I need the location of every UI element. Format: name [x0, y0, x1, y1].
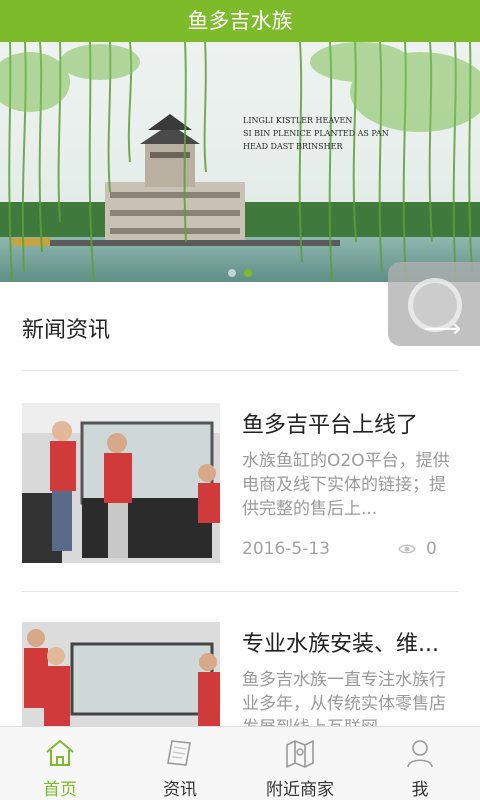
tab-nearby-merchants[interactable]: 附近商家 [240, 727, 360, 800]
carousel-dot[interactable] [228, 269, 236, 277]
tab-home[interactable]: 首页 [0, 727, 120, 800]
tab-label-nearby: 附近商家 [266, 780, 334, 800]
banner-carousel[interactable]: LINGLI KISTLER HEAVEN SI BIN PLENICE PLA… [0, 42, 480, 282]
tab-label-home: 首页 [43, 780, 77, 800]
news-title[interactable]: 鱼多吉平台上线了 [242, 407, 462, 439]
bottom-tab-bar: 首页 资讯 附近商家 我 [0, 726, 480, 800]
news-date: 2016-5-13 [242, 539, 330, 559]
tab-label-me: 我 [411, 780, 429, 800]
news-views: 0 [398, 539, 437, 559]
arrow-right-icon: ⟶ [424, 314, 462, 344]
user-icon [407, 740, 433, 768]
news-views-count: 0 [426, 539, 437, 559]
news-description: 水族鱼缸的O2O平台，提供电商及线下实体的链接；提供完整的售后上... [242, 451, 450, 519]
divider [22, 370, 458, 371]
app-title: 鱼多吉水族 [187, 9, 293, 33]
news-icon [167, 740, 191, 766]
news-thumbnail [22, 403, 220, 563]
banner-image [0, 42, 480, 282]
tab-news[interactable]: 资讯 [120, 727, 240, 800]
news-title[interactable]: 专业水族安装、维... [242, 626, 462, 658]
eye-icon [398, 544, 416, 554]
section-title-news: 新闻资讯 [22, 318, 111, 343]
tab-me[interactable]: 我 [360, 727, 480, 800]
app-header: 鱼多吉水族 [0, 0, 480, 42]
banner-caption: LINGLI KISTLER HEAVEN SI BIN PLENICE PLA… [243, 116, 389, 151]
tab-label-news: 资讯 [163, 780, 197, 800]
carousel-dot-active[interactable] [244, 269, 252, 277]
news-item[interactable]: 鱼多吉平台上线了 水族鱼缸的O2O平台，提供电商及线下实体的链接；提供完整的售后… [0, 403, 480, 573]
news-thumbnail [22, 622, 220, 726]
floating-assistive-button[interactable]: ⟶ [388, 262, 480, 346]
map-icon [286, 739, 314, 769]
home-icon [46, 739, 74, 766]
divider [22, 591, 458, 592]
